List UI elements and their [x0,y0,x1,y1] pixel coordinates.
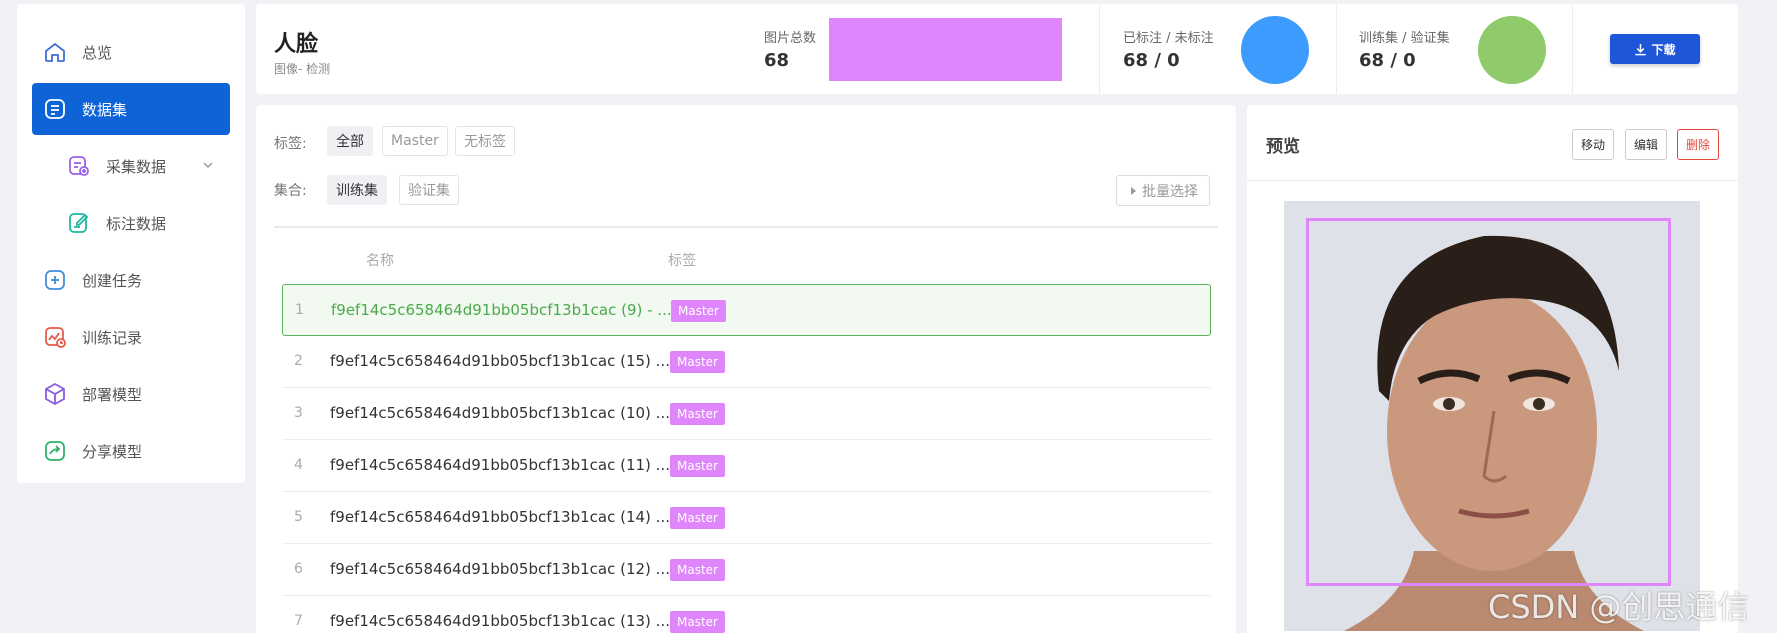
sidebar-item-label: 创建任务 [82,271,143,290]
sidebar-item-label: 分享模型 [82,442,143,461]
sidebar-item-label: 训练记录 [82,328,143,347]
stat-split-label: 训练集 / 验证集 [1359,31,1450,46]
labeled-pie-chart [1241,16,1309,84]
training-record-icon [42,324,68,350]
face-bounding-box[interactable] [1306,218,1671,586]
row-filename: f9ef14c5c658464d91bb05bcf13b1cac (14) ..… [330,508,670,526]
row-number: 5 [294,509,303,525]
batch-select-button[interactable]: 批量选择 [1116,175,1210,206]
row-number: 3 [294,405,303,421]
watermark: CSDN @创思通信 [1488,588,1750,626]
table-row[interactable]: 7 f9ef14c5c658464d91bb05bcf13b1cac (13) … [282,596,1211,633]
images-color-swatch [829,18,1062,81]
cube-icon [42,381,68,407]
row-number: 4 [294,457,303,473]
download-button[interactable]: 下载 [1610,34,1700,64]
batch-select-label: 批量选择 [1142,183,1198,200]
table-row[interactable]: 3 f9ef14c5c658464d91bb05bcf13b1cac (10) … [282,388,1211,440]
row-tag-badge: Master [670,351,725,373]
tag-filter-label: 标签: [274,136,307,152]
stat-labeled-value: 68 / 0 [1123,50,1180,71]
sidebar-item-annotate-data[interactable]: 标注数据 [32,197,230,249]
download-icon [1635,43,1647,55]
sidebar-item-label: 数据集 [82,100,128,119]
table-row[interactable]: 2 f9ef14c5c658464d91bb05bcf13b1cac (15) … [282,336,1211,388]
tag-filter-all[interactable]: 全部 [327,126,373,156]
sidebar-item-training-record[interactable]: 训练记录 [32,311,230,363]
divider [1247,180,1738,181]
sidebar-item-label: 部署模型 [82,385,143,404]
table-row[interactable]: 4 f9ef14c5c658464d91bb05bcf13b1cac (11) … [282,440,1211,492]
row-number: 6 [294,561,303,577]
sidebar-item-deploy-model[interactable]: 部署模型 [32,368,230,420]
divider [1336,4,1337,94]
tag-filter-untagged[interactable]: 无标签 [455,126,515,156]
sidebar-item-label: 总览 [82,43,113,62]
tag-filter-master[interactable]: Master [382,126,448,156]
download-label: 下载 [1651,42,1676,57]
divider [274,226,1218,228]
row-filename: f9ef14c5c658464d91bb05bcf13b1cac (11) ..… [330,456,670,474]
sidebar-item-dataset[interactable]: 数据集 [32,83,230,135]
row-filename: f9ef14c5c658464d91bb05bcf13b1cac (13) ..… [330,612,670,630]
row-tag-badge: Master [670,611,725,633]
move-button[interactable]: 移动 [1572,129,1615,160]
sidebar-item-overview[interactable]: 总览 [32,26,230,78]
sidebar: 总览 数据集 采集数据 标注数据 创建任务 训练记录 部署模型 分享模型 [17,4,245,483]
table-row[interactable]: 6 f9ef14c5c658464d91bb05bcf13b1cac (12) … [282,544,1211,596]
row-tag-badge: Master [670,507,725,529]
divider [1099,4,1100,94]
plus-square-icon [42,267,68,293]
stat-labeled-label: 已标注 / 未标注 [1123,31,1214,46]
column-header-tag: 标签 [668,253,696,269]
page-title: 人脸 [274,32,319,57]
chevron-down-icon[interactable] [202,157,214,175]
set-filter-label: 集合: [274,183,307,199]
row-filename: f9ef14c5c658464d91bb05bcf13b1cac (9) - .… [331,301,672,319]
column-header-name: 名称 [366,253,394,269]
stat-images-value: 68 [764,50,790,71]
row-tag-badge: Master [670,559,725,581]
page-subtitle: 图像- 检测 [274,62,331,76]
row-number: 2 [294,353,303,369]
row-filename: f9ef14c5c658464d91bb05bcf13b1cac (12) ..… [330,560,670,578]
preview-title: 预览 [1266,137,1300,157]
sidebar-item-label: 采集数据 [106,157,167,176]
row-filename: f9ef14c5c658464d91bb05bcf13b1cac (15) ..… [330,352,670,370]
dataset-header: 人脸 图像- 检测 图片总数 68 已标注 / 未标注 68 / 0 训练集 /… [256,4,1738,94]
set-filter-train[interactable]: 训练集 [327,175,387,205]
row-tag-badge: Master [670,403,725,425]
stat-images-label: 图片总数 [764,31,817,46]
row-number: 1 [295,302,304,318]
row-filename: f9ef14c5c658464d91bb05bcf13b1cac (10) ..… [330,404,670,422]
home-icon [42,39,68,65]
delete-button[interactable]: 删除 [1677,129,1720,160]
row-tag-badge: Master [670,455,725,477]
annotate-data-icon [66,210,92,236]
sidebar-item-label: 标注数据 [106,214,167,233]
divider [1572,4,1573,94]
dataset-icon [42,96,68,122]
table-row[interactable]: 1 f9ef14c5c658464d91bb05bcf13b1cac (9) -… [282,284,1211,336]
set-filter-val[interactable]: 验证集 [399,175,459,205]
table-row[interactable]: 5 f9ef14c5c658464d91bb05bcf13b1cac (14) … [282,492,1211,544]
row-tag-badge: Master [671,300,726,322]
stat-split-value: 68 / 0 [1359,50,1416,71]
row-number: 7 [294,613,303,629]
image-list-panel: 标签: 全部 Master 无标签 集合: 训练集 验证集 批量选择 名称 标签… [256,105,1236,633]
collect-data-icon [66,153,92,179]
caret-right-icon [1131,186,1136,195]
edit-button[interactable]: 编辑 [1625,129,1668,160]
sidebar-item-create-task[interactable]: 创建任务 [32,254,230,306]
split-pie-chart [1478,16,1546,84]
share-icon [42,438,68,464]
sidebar-item-collect-data[interactable]: 采集数据 [32,140,230,192]
sidebar-item-share-model[interactable]: 分享模型 [32,425,230,477]
